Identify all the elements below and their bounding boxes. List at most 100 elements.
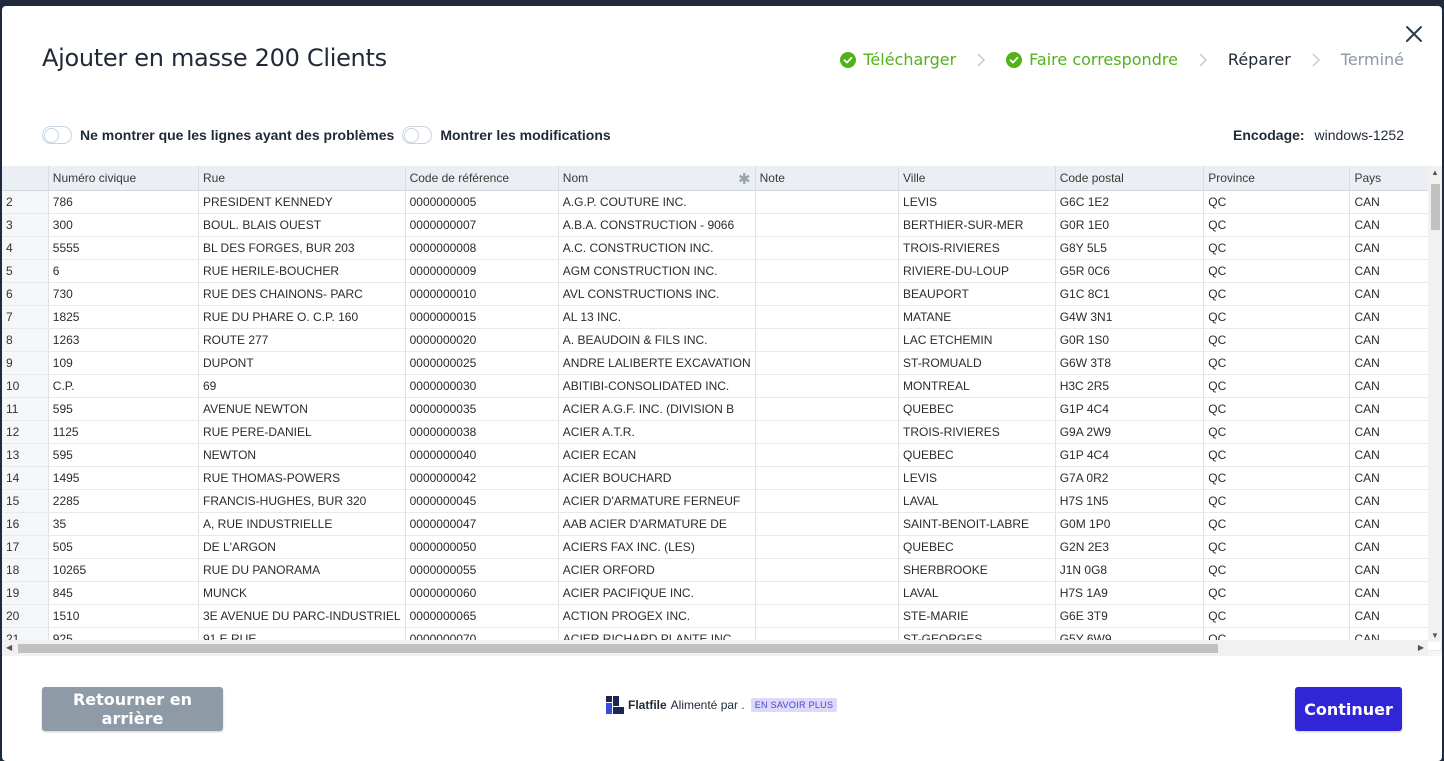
show-changes-toggle[interactable] bbox=[402, 126, 433, 144]
table-cell[interactable]: H7S 1N5 bbox=[1055, 489, 1205, 513]
table-cell[interactable]: LEVIS bbox=[898, 466, 1056, 490]
table-cell[interactable] bbox=[755, 420, 900, 444]
table-cell[interactable] bbox=[755, 466, 900, 490]
table-cell[interactable]: G6W 3T8 bbox=[1055, 351, 1205, 375]
encoding-select[interactable]: windows-1252 bbox=[1315, 127, 1405, 143]
table-cell[interactable]: QC bbox=[1203, 305, 1351, 329]
table-cell[interactable]: G6C 1E2 bbox=[1055, 190, 1205, 214]
column-header[interactable]: Rue bbox=[198, 166, 406, 191]
table-cell[interactable]: FRANCIS-HUGHES, BUR 320 bbox=[198, 489, 406, 513]
table-cell[interactable]: A.B.A. CONSTRUCTION - 9066 bbox=[558, 213, 756, 237]
table-cell[interactable]: 0000000038 bbox=[405, 420, 559, 444]
horizontal-scroll-thumb[interactable] bbox=[18, 644, 1218, 653]
table-cell[interactable]: C.P. bbox=[48, 374, 199, 398]
table-cell[interactable]: 0000000025 bbox=[405, 351, 559, 375]
table-cell[interactable]: ACIER ECAN bbox=[558, 443, 756, 467]
table-cell[interactable]: 0000000042 bbox=[405, 466, 559, 490]
table-cell[interactable]: TROIS-RIVIERES bbox=[898, 420, 1056, 444]
table-cell[interactable]: A.C. CONSTRUCTION INC. bbox=[558, 236, 756, 260]
table-cell[interactable]: RUE DES CHAINONS- PARC bbox=[198, 282, 406, 306]
table-row[interactable]: 19 845 MUNCK 0000000060 ACIER PACIFIQUE INC.… bbox=[2, 581, 1442, 605]
table-cell[interactable]: 845 bbox=[48, 581, 199, 605]
column-header[interactable]: Ville bbox=[898, 166, 1056, 191]
table-row[interactable]: 10 C.P. 69 0000000030 ABITIBI-CONSOLIDATED I… bbox=[2, 374, 1442, 398]
table-cell[interactable]: 0000000035 bbox=[405, 397, 559, 421]
table-cell[interactable]: QC bbox=[1203, 535, 1351, 559]
table-cell[interactable]: 5555 bbox=[48, 236, 199, 260]
table-cell[interactable]: 730 bbox=[48, 282, 199, 306]
scroll-up-icon[interactable]: ▲ bbox=[1431, 168, 1439, 177]
table-cell[interactable]: 0000000045 bbox=[405, 489, 559, 513]
table-row[interactable]: 9 109 DUPONT 0000000025 ANDRE LALIBERTE EXCA… bbox=[2, 351, 1442, 375]
table-cell[interactable]: 595 bbox=[48, 443, 199, 467]
table-cell[interactable] bbox=[755, 443, 900, 467]
table-cell[interactable]: G6E 3T9 bbox=[1055, 604, 1205, 628]
table-cell[interactable]: G1P 4C4 bbox=[1055, 397, 1205, 421]
continue-button[interactable]: Continuer bbox=[1295, 687, 1402, 731]
table-cell[interactable] bbox=[755, 512, 900, 536]
table-row[interactable]: 13 595 NEWTON 0000000040 ACIER ECAN QUEBEC G1P… bbox=[2, 443, 1442, 467]
table-cell[interactable]: STE-MARIE bbox=[898, 604, 1056, 628]
table-cell[interactable]: ROUTE 277 bbox=[198, 328, 406, 352]
table-cell[interactable]: RUE DU PHARE O. C.P. 160 bbox=[198, 305, 406, 329]
table-cell[interactable]: ACIERS FAX INC. (LES) bbox=[558, 535, 756, 559]
column-header[interactable]: Code de référence bbox=[405, 166, 559, 191]
table-cell[interactable]: QC bbox=[1203, 443, 1351, 467]
table-cell[interactable]: LAC ETCHEMIN bbox=[898, 328, 1056, 352]
table-cell[interactable]: 3E AVENUE DU PARC-INDUSTRIEL bbox=[198, 604, 406, 628]
scroll-down-icon[interactable]: ▼ bbox=[1431, 631, 1439, 640]
back-button[interactable]: Retourner en arrière bbox=[42, 687, 223, 731]
table-cell[interactable]: 0000000010 bbox=[405, 282, 559, 306]
table-cell[interactable]: QC bbox=[1203, 489, 1351, 513]
table-row[interactable]: 20 1510 3E AVENUE DU PARC-INDUSTRIEL 000000… bbox=[2, 604, 1442, 628]
table-cell[interactable] bbox=[755, 282, 900, 306]
table-cell[interactable]: QC bbox=[1203, 604, 1351, 628]
table-cell[interactable]: 0000000065 bbox=[405, 604, 559, 628]
table-cell[interactable]: 0000000055 bbox=[405, 558, 559, 582]
table-cell[interactable]: 0000000009 bbox=[405, 259, 559, 283]
table-cell[interactable]: AVL CONSTRUCTIONS INC. bbox=[558, 282, 756, 306]
table-cell[interactable]: 10265 bbox=[48, 558, 199, 582]
table-cell[interactable]: J1N 0G8 bbox=[1055, 558, 1205, 582]
table-cell[interactable]: QC bbox=[1203, 282, 1351, 306]
table-cell[interactable]: G9A 2W9 bbox=[1055, 420, 1205, 444]
table-row[interactable]: 15 2285 FRANCIS-HUGHES, BUR 320 0000000045 A… bbox=[2, 489, 1442, 513]
table-cell[interactable]: ACIER A.T.R. bbox=[558, 420, 756, 444]
table-cell[interactable]: 1125 bbox=[48, 420, 199, 444]
vertical-scrollbar[interactable]: ▲ ▼ bbox=[1428, 166, 1442, 642]
table-cell[interactable]: QC bbox=[1203, 397, 1351, 421]
table-cell[interactable]: QC bbox=[1203, 259, 1351, 283]
table-cell[interactable]: DE L'ARGON bbox=[198, 535, 406, 559]
table-cell[interactable] bbox=[755, 489, 900, 513]
table-cell[interactable] bbox=[755, 305, 900, 329]
table-cell[interactable]: ABITIBI-CONSOLIDATED INC. bbox=[558, 374, 756, 398]
table-row[interactable]: 5 6 RUE HERILE-BOUCHER 0000000009 AGM CONSTR… bbox=[2, 259, 1442, 283]
table-cell[interactable]: QC bbox=[1203, 466, 1351, 490]
table-cell[interactable] bbox=[755, 213, 900, 237]
table-cell[interactable]: A, RUE INDUSTRIELLE bbox=[198, 512, 406, 536]
table-cell[interactable]: BERTHIER-SUR-MER bbox=[898, 213, 1056, 237]
table-cell[interactable]: QUEBEC bbox=[898, 443, 1056, 467]
table-cell[interactable]: G5R 0C6 bbox=[1055, 259, 1205, 283]
table-cell[interactable]: QC bbox=[1203, 581, 1351, 605]
table-row[interactable]: 2 786 PRESIDENT KENNEDY 0000000005 A.G.P. CO… bbox=[2, 190, 1442, 214]
table-cell[interactable]: 505 bbox=[48, 535, 199, 559]
table-cell[interactable]: 595 bbox=[48, 397, 199, 421]
table-cell[interactable]: 0000000015 bbox=[405, 305, 559, 329]
table-cell[interactable]: A. BEAUDOIN & FILS INC. bbox=[558, 328, 756, 352]
table-cell[interactable]: G2N 2E3 bbox=[1055, 535, 1205, 559]
table-row[interactable]: 12 1125 RUE PERE-DANIEL 0000000038 ACIER A.T… bbox=[2, 420, 1442, 444]
table-row[interactable]: 4 5555 BL DES FORGES, BUR 203 0000000008 A.C… bbox=[2, 236, 1442, 260]
table-cell[interactable] bbox=[755, 374, 900, 398]
table-row[interactable]: 6 730 RUE DES CHAINONS- PARC 0000000010 AVL … bbox=[2, 282, 1442, 306]
table-cell[interactable]: ACIER BOUCHARD bbox=[558, 466, 756, 490]
table-cell[interactable]: NEWTON bbox=[198, 443, 406, 467]
horizontal-scrollbar[interactable]: ◀ ▶ bbox=[2, 640, 1428, 656]
table-row[interactable]: 16 35 A, RUE INDUSTRIELLE 0000000047 AAB ACI… bbox=[2, 512, 1442, 536]
table-cell[interactable]: 0000000008 bbox=[405, 236, 559, 260]
scroll-left-icon[interactable]: ◀ bbox=[6, 643, 12, 652]
table-cell[interactable]: QC bbox=[1203, 512, 1351, 536]
table-cell[interactable]: QC bbox=[1203, 328, 1351, 352]
table-cell[interactable]: 0000000030 bbox=[405, 374, 559, 398]
table-cell[interactable]: QC bbox=[1203, 351, 1351, 375]
